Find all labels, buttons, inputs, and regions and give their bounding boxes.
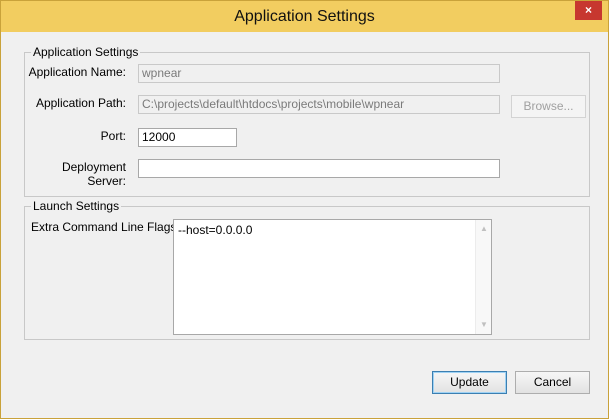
close-icon: × xyxy=(584,3,592,17)
port-label: Port: xyxy=(100,129,126,143)
title-bar[interactable]: Application Settings × xyxy=(1,1,608,32)
port-input[interactable]: 12000 xyxy=(138,128,237,147)
scroll-down-icon[interactable]: ▼ xyxy=(476,318,492,332)
command-line-flags-value: --host=0.0.0.0 xyxy=(178,223,253,237)
close-button[interactable]: × xyxy=(575,1,602,20)
deployment-server-input[interactable] xyxy=(138,159,500,178)
application-name-field[interactable]: wpnear xyxy=(138,64,500,83)
cancel-button[interactable]: Cancel xyxy=(515,371,590,394)
update-button[interactable]: Update xyxy=(432,371,507,394)
launch-settings-title: Launch Settings xyxy=(31,199,122,213)
launch-settings-group: Launch Settings Extra Command Line Flags… xyxy=(24,199,590,340)
scroll-up-icon[interactable]: ▲ xyxy=(476,222,492,236)
command-line-flags-textarea[interactable]: --host=0.0.0.0 ▲ ▼ xyxy=(173,219,492,335)
settings-dialog: Application Settings × Application Setti… xyxy=(0,0,609,419)
application-path-field[interactable]: C:\projects\default\htdocs\projects\mobi… xyxy=(138,95,500,114)
application-path-label: Application Path: xyxy=(35,96,126,110)
dialog-body: Application Settings Application Name: w… xyxy=(9,32,600,412)
browse-button[interactable]: Browse... xyxy=(511,95,586,118)
application-settings-title: Application Settings xyxy=(31,45,141,59)
application-settings-group: Application Settings Application Name: w… xyxy=(24,45,590,197)
vertical-scrollbar[interactable]: ▲ ▼ xyxy=(475,220,491,334)
application-name-label: Application Name: xyxy=(28,65,126,79)
deployment-server-label: Deployment Server: xyxy=(61,160,126,188)
command-line-flags-label: Extra Command Line Flags: xyxy=(31,220,180,234)
window-title: Application Settings xyxy=(234,8,375,25)
